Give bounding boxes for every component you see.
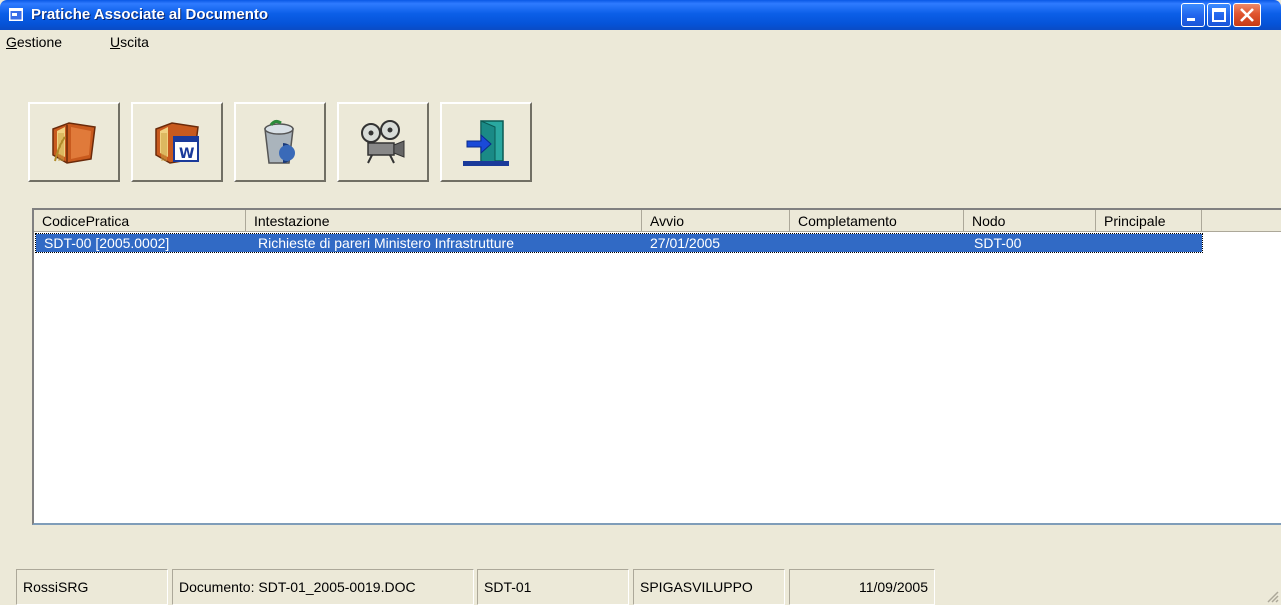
pratiche-list[interactable]: CodicePratica Intestazione Avvio Complet… — [32, 208, 1281, 525]
status-user: RossiSRG — [16, 569, 168, 605]
exit-door-icon — [463, 120, 509, 166]
film-projector-icon — [361, 120, 405, 164]
menu-bar: Gestione Uscita — [0, 30, 1281, 54]
status-bar: RossiSRG Documento: SDT-01_2005-0019.DOC… — [0, 569, 1281, 605]
cell-codicepratica: SDT-00 [2005.0002] — [44, 235, 170, 251]
column-header-intestazione[interactable]: Intestazione — [246, 210, 642, 232]
toolbar-button-open[interactable] — [28, 102, 120, 182]
recycle-bin-icon — [264, 119, 295, 164]
menu-gestione-label: estione — [16, 34, 63, 50]
status-document: Documento: SDT-01_2005-0019.DOC — [172, 569, 474, 605]
toolbar-button-word[interactable]: W — [131, 102, 223, 182]
menu-gestione[interactable]: Gestione — [6, 34, 62, 50]
menu-uscita-accel: U — [110, 34, 121, 50]
column-header-nodo[interactable]: Nodo — [964, 210, 1096, 232]
menu-uscita-label: scita — [120, 34, 149, 50]
status-date: 11/09/2005 — [789, 569, 935, 605]
svg-text:W: W — [179, 146, 194, 162]
close-button[interactable] — [1233, 3, 1261, 27]
close-icon — [1240, 8, 1254, 22]
title-bar[interactable]: Pratiche Associate al Documento — [0, 0, 1281, 30]
cell-nodo: SDT-00 — [974, 235, 1022, 251]
toolbar-button-delete[interactable] — [234, 102, 326, 182]
minimize-icon — [1187, 18, 1195, 21]
window-title: Pratiche Associate al Documento — [31, 6, 269, 23]
minimize-button[interactable] — [1181, 3, 1205, 27]
column-header-completamento[interactable]: Completamento — [790, 210, 964, 232]
column-header-filler — [1202, 210, 1281, 232]
column-header-codicepratica[interactable]: CodicePratica — [34, 210, 246, 232]
column-header-avvio[interactable]: Avvio — [642, 210, 790, 232]
app-window-icon — [9, 8, 23, 21]
list-header: CodicePratica Intestazione Avvio Complet… — [34, 210, 1281, 232]
toolbar-button-projector[interactable] — [337, 102, 429, 182]
menu-uscita[interactable]: Uscita — [110, 34, 149, 50]
table-row[interactable]: SDT-00 [2005.0002] Richieste di pareri M… — [35, 233, 1203, 253]
open-book-icon — [52, 122, 96, 164]
cell-avvio: 27/01/2005 — [650, 235, 721, 251]
status-node: SDT-01 — [477, 569, 629, 605]
menu-gestione-accel: G — [6, 34, 17, 50]
maximize-button[interactable] — [1207, 3, 1231, 27]
maximize-icon — [1212, 8, 1226, 22]
cell-intestazione: Richieste di pareri Ministero Infrastrut… — [258, 235, 514, 251]
resize-grip-icon[interactable] — [1265, 589, 1279, 603]
status-company: SPIGASVILUPPO — [633, 569, 785, 605]
book-word-document-icon: W — [155, 122, 199, 164]
column-header-principale[interactable]: Principale — [1096, 210, 1202, 232]
toolbar-button-exit[interactable] — [440, 102, 532, 182]
